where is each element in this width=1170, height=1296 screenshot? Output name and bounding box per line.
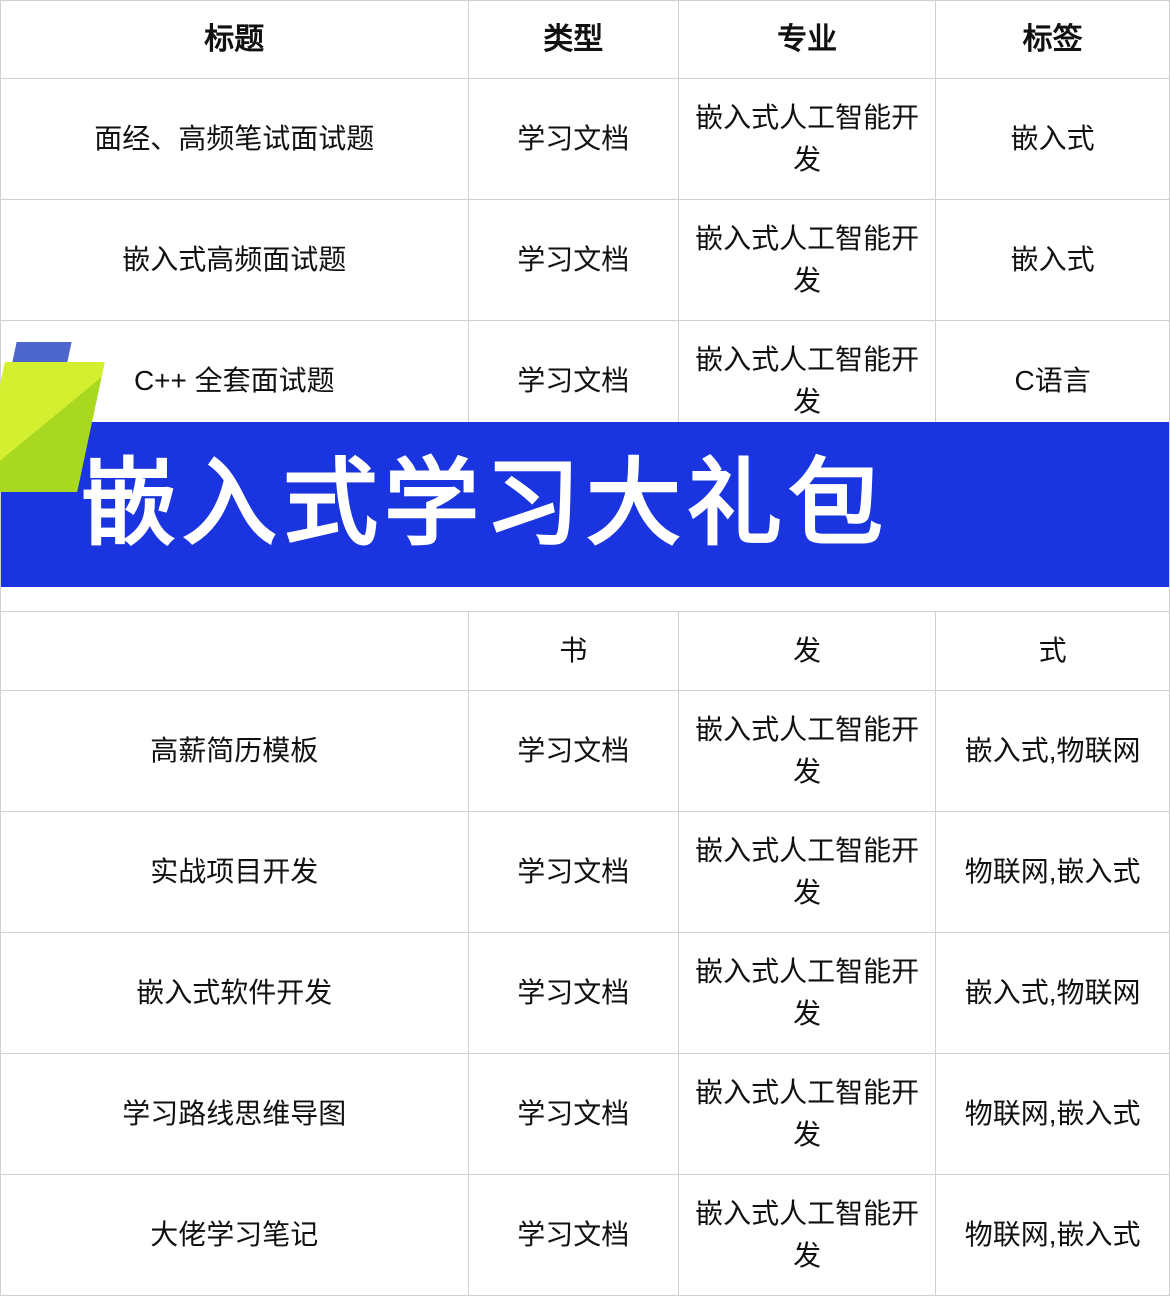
- table-row: 学习路线思维导图学习文档嵌入式人工智能开发物联网,嵌入式: [1, 1054, 1170, 1175]
- row-title: 学习路线思维导图: [1, 1054, 469, 1175]
- header-row: 标题 类型 专业 标签: [1, 1, 1170, 79]
- row-title: 高薪简历模板: [1, 691, 469, 812]
- row-major: 嵌入式人工智能开发: [679, 1054, 936, 1175]
- row-title: 大佬学习笔记: [1, 1175, 469, 1296]
- table-row: 嵌入式高频面试题学习文档嵌入式人工智能开发嵌入式: [1, 200, 1170, 321]
- table-row: 实战项目开发学习文档嵌入式人工智能开发物联网,嵌入式: [1, 812, 1170, 933]
- row-major: 嵌入式人工智能开发: [679, 933, 936, 1054]
- row-type: 学习文档: [468, 1175, 678, 1296]
- row-tag: 物联网,嵌入式: [936, 1054, 1170, 1175]
- row-type: 学习文档: [468, 933, 678, 1054]
- table-row: 高薪简历模板学习文档嵌入式人工智能开发嵌入式,物联网: [1, 691, 1170, 812]
- row-major: 嵌入式人工智能开发: [679, 691, 936, 812]
- banner-text: 嵌入式学习大礼包: [81, 433, 889, 576]
- row-title: 嵌入式软件开发: [1, 933, 469, 1054]
- banner-overlay: 嵌入式学习大礼包: [1, 422, 1169, 587]
- row-tag: 嵌入式: [936, 79, 1170, 200]
- row-title: [1, 612, 469, 691]
- table-row: 嵌入式软件开发学习文档嵌入式人工智能开发嵌入式,物联网: [1, 933, 1170, 1054]
- table-wrapper: 标题 类型 专业 标签 面经、高频笔试面试题学习文档嵌入式人工智能开发嵌入式嵌入…: [0, 0, 1170, 1296]
- row-tag: 嵌入式,物联网: [936, 691, 1170, 812]
- row-type: 学习文档: [468, 1054, 678, 1175]
- row-tag: 物联网,嵌入式: [936, 1175, 1170, 1296]
- row-type: 学习文档: [468, 79, 678, 200]
- table-row: 面经、高频笔试面试题学习文档嵌入式人工智能开发嵌入式: [1, 79, 1170, 200]
- row-title: 嵌入式高频面试题: [1, 200, 469, 321]
- row-major: 发: [679, 612, 936, 691]
- table-row-partial: 书发式: [1, 612, 1170, 691]
- header-col4: 标签: [936, 1, 1170, 79]
- row-title: 面经、高频笔试面试题: [1, 79, 469, 200]
- banner-row: 嵌入式学习大礼包: [1, 442, 1170, 612]
- row-type: 书: [468, 612, 678, 691]
- table-row: 大佬学习笔记学习文档嵌入式人工智能开发物联网,嵌入式: [1, 1175, 1170, 1296]
- row-type: 学习文档: [468, 812, 678, 933]
- row-major: 嵌入式人工智能开发: [679, 1175, 936, 1296]
- row-tag: 嵌入式,物联网: [936, 933, 1170, 1054]
- row-major: 嵌入式人工智能开发: [679, 200, 936, 321]
- row-tag: 嵌入式: [936, 200, 1170, 321]
- header-col3: 专业: [679, 1, 936, 79]
- row-type: 学习文档: [468, 691, 678, 812]
- row-title: 实战项目开发: [1, 812, 469, 933]
- header-col1: 标题: [1, 1, 469, 79]
- row-type: 学习文档: [468, 200, 678, 321]
- main-table: 标题 类型 专业 标签 面经、高频笔试面试题学习文档嵌入式人工智能开发嵌入式嵌入…: [0, 0, 1170, 1296]
- row-major: 嵌入式人工智能开发: [679, 812, 936, 933]
- row-tag: 式: [936, 612, 1170, 691]
- row-tag: 物联网,嵌入式: [936, 812, 1170, 933]
- row-major: 嵌入式人工智能开发: [679, 79, 936, 200]
- header-col2: 类型: [468, 1, 678, 79]
